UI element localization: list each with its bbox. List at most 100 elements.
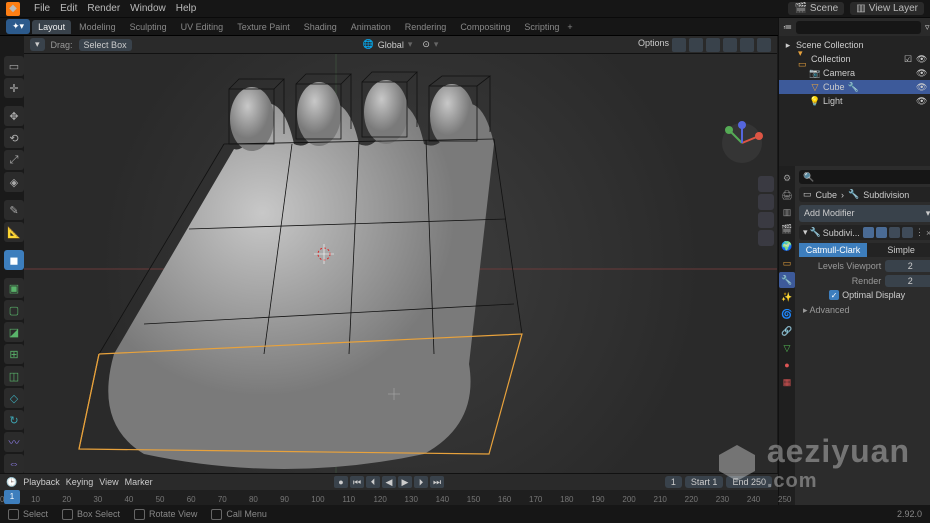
mesh-tab-icon[interactable]: ▽ <box>779 340 795 356</box>
outliner-row[interactable]: 💡 Light 👁 <box>779 94 930 108</box>
cursor-tool-icon[interactable]: ✛ <box>4 78 24 98</box>
workspace-tab[interactable]: UV Editing <box>175 20 230 34</box>
object-tab-icon[interactable]: ▭ <box>779 255 795 271</box>
polybuild-tool-icon[interactable]: ◇ <box>4 388 24 408</box>
smooth-tool-icon[interactable]: 〰 <box>4 432 24 452</box>
viewport-levels-input[interactable]: 2 <box>885 260 930 272</box>
render-tab-icon[interactable]: ⚙ <box>779 170 795 186</box>
playback-menu[interactable]: Playback <box>23 477 60 487</box>
mode-dropdown[interactable]: ▾ <box>30 38 45 51</box>
render-levels-input[interactable]: 2 <box>885 275 930 287</box>
snap-icon[interactable]: ⊙ <box>422 39 430 50</box>
cursor-tool-icon[interactable]: ▭ <box>4 56 24 76</box>
perspective-toggle-icon[interactable] <box>758 230 774 246</box>
mod-close-icon[interactable]: × <box>926 228 930 238</box>
add-workspace-icon[interactable]: + <box>567 22 572 32</box>
workspace-tab[interactable]: Rendering <box>399 20 453 34</box>
knife-tool-icon[interactable]: ◫ <box>4 366 24 386</box>
extrude-tool-icon[interactable]: ▣ <box>4 278 24 298</box>
select-mode-dropdown[interactable]: Select Box <box>79 39 132 51</box>
world-tab-icon[interactable]: 🌍 <box>779 238 795 254</box>
orientation-dropdown[interactable]: Global <box>378 40 404 50</box>
timeline-ruler[interactable]: 1 01020304050607080901001101201301401501… <box>0 490 778 506</box>
measure-tool-icon[interactable]: 📐 <box>4 222 24 242</box>
camera-view-icon[interactable] <box>758 212 774 228</box>
annotate-tool-icon[interactable]: ✎ <box>4 200 24 220</box>
optimal-display-checkbox[interactable]: ✓ <box>829 290 839 300</box>
timeline-type-icon[interactable]: 🕒 <box>6 477 17 488</box>
inset-tool-icon[interactable]: ▢ <box>4 300 24 320</box>
modifier-header[interactable]: ▾ 🔧 Subdivi... ⋮ × <box>799 225 930 240</box>
shading-rendered-icon[interactable] <box>757 38 771 52</box>
workspace-tab[interactable]: Modeling <box>73 20 122 34</box>
particle-tab-icon[interactable]: ✨ <box>779 289 795 305</box>
add-modifier-button[interactable]: Add Modifier▾ <box>799 205 930 222</box>
workspace-tab[interactable]: Compositing <box>454 20 516 34</box>
spin-tool-icon[interactable]: ↻ <box>4 410 24 430</box>
menu-window[interactable]: Window <box>130 3 166 14</box>
properties-search[interactable]: 🔍 <box>799 170 930 184</box>
add-cube-tool-icon[interactable]: ◼ <box>4 250 24 270</box>
checkbox-icon[interactable]: ☑ <box>904 54 914 64</box>
mod-editmode-toggle-icon[interactable] <box>863 227 874 238</box>
mod-menu-icon[interactable]: ⋮ <box>915 227 924 238</box>
current-frame-input[interactable]: 1 <box>665 476 682 488</box>
eye-icon[interactable]: 👁 <box>916 96 926 106</box>
menu-help[interactable]: Help <box>176 3 197 14</box>
scale-tool-icon[interactable]: ⤢ <box>4 150 24 170</box>
bevel-tool-icon[interactable]: ◪ <box>4 322 24 342</box>
menu-file[interactable]: File <box>34 3 50 14</box>
view-menu[interactable]: View <box>99 477 118 487</box>
play-icon[interactable]: ▶ <box>398 476 412 488</box>
loopcut-tool-icon[interactable]: ⊞ <box>4 344 24 364</box>
catmull-tab[interactable]: Catmull-Clark <box>799 243 867 257</box>
playhead[interactable]: 1 <box>4 490 20 504</box>
move-tool-icon[interactable]: ✥ <box>4 106 24 126</box>
autokey-icon[interactable]: ● <box>334 476 348 488</box>
shading-solid-icon[interactable] <box>723 38 737 52</box>
play-reverse-icon[interactable]: ◀ <box>382 476 396 488</box>
edgeslide-tool-icon[interactable]: ⇔ <box>4 454 24 474</box>
outliner-search-input[interactable] <box>796 21 921 34</box>
workspace-tab[interactable]: Scripting <box>518 20 565 34</box>
menu-render[interactable]: Render <box>87 3 120 14</box>
simple-tab[interactable]: Simple <box>867 243 930 257</box>
menu-edit[interactable]: Edit <box>60 3 77 14</box>
modifier-tab-icon[interactable]: 🔧 <box>779 272 795 288</box>
jump-start-icon[interactable]: ⏮ <box>350 476 364 488</box>
mod-render-toggle-icon[interactable] <box>889 227 900 238</box>
zoom-icon[interactable] <box>758 176 774 192</box>
expand-icon[interactable]: ▾ <box>803 227 808 238</box>
output-tab-icon[interactable]: 🖨 <box>779 187 795 203</box>
jump-end-icon[interactable]: ⏭ <box>430 476 444 488</box>
outliner-row[interactable]: ▾ ▭ Collection ☑👁 <box>779 52 930 66</box>
scene-selector[interactable]: 🎬 Scene <box>788 2 844 15</box>
transform-tool-icon[interactable]: ◈ <box>4 172 24 192</box>
scene-tab-icon[interactable]: 🎬 <box>779 221 795 237</box>
overlay-toggle-icon[interactable] <box>672 38 686 52</box>
marker-menu[interactable]: Marker <box>125 477 153 487</box>
start-frame-input[interactable]: Start 1 <box>685 476 724 488</box>
rotate-tool-icon[interactable]: ⟲ <box>4 128 24 148</box>
outliner-type-icon[interactable]: ≔ <box>783 22 792 33</box>
mod-cage-toggle-icon[interactable] <box>902 227 913 238</box>
navigation-gizmo[interactable] <box>719 120 765 166</box>
advanced-section[interactable]: ▸ Advanced <box>799 303 930 318</box>
material-tab-icon[interactable]: ● <box>779 357 795 373</box>
mod-realtime-toggle-icon[interactable] <box>876 227 887 238</box>
xray-toggle-icon[interactable] <box>689 38 703 52</box>
workspace-tab[interactable]: Texture Paint <box>231 20 296 34</box>
next-key-icon[interactable]: ⏵ <box>414 476 428 488</box>
eye-icon[interactable]: 👁 <box>916 68 926 78</box>
pan-icon[interactable] <box>758 194 774 210</box>
keying-menu[interactable]: Keying <box>66 477 94 487</box>
prev-key-icon[interactable]: ⏴ <box>366 476 380 488</box>
workspace-tab[interactable]: Sculpting <box>124 20 173 34</box>
workspace-tab[interactable]: Shading <box>298 20 343 34</box>
viewlayer-selector[interactable]: ▥ View Layer <box>850 2 924 15</box>
texture-tab-icon[interactable]: ▦ <box>779 374 795 390</box>
workspace-tab[interactable]: Animation <box>345 20 397 34</box>
eye-icon[interactable]: 👁 <box>916 82 926 92</box>
physics-tab-icon[interactable]: 🌀 <box>779 306 795 322</box>
shading-wireframe-icon[interactable] <box>706 38 720 52</box>
